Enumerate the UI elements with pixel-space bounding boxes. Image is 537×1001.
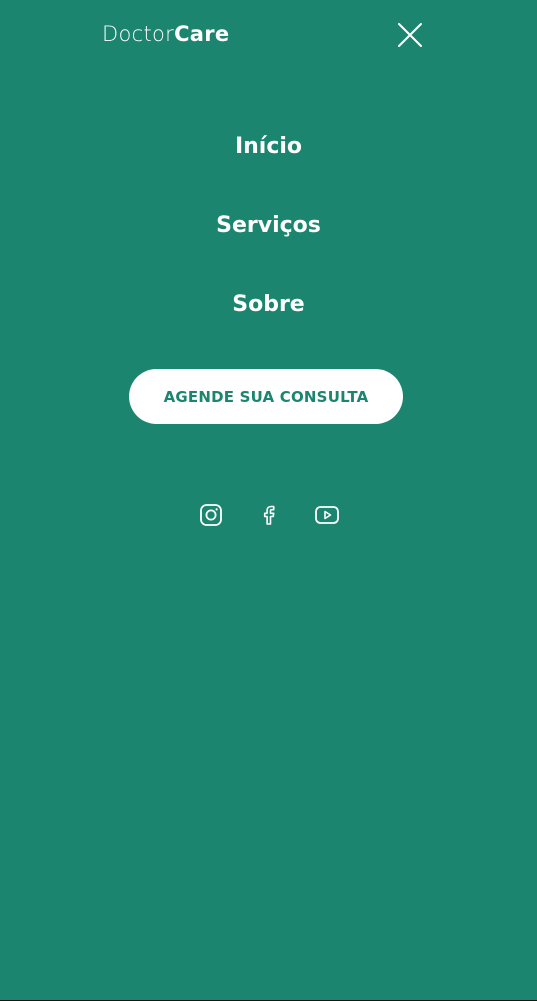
- youtube-icon: [314, 506, 339, 524]
- logo-text-light: Doctor: [102, 22, 175, 46]
- logo[interactable]: DoctorCare: [102, 20, 229, 48]
- main-nav: Início Serviços Sobre: [0, 127, 537, 364]
- close-menu-button[interactable]: [396, 21, 424, 49]
- nav-link-servicos[interactable]: Serviços: [216, 206, 321, 246]
- nav-link-inicio[interactable]: Início: [235, 127, 302, 167]
- schedule-appointment-button[interactable]: AGENDE SUA CONSULTA: [129, 369, 403, 424]
- header: DoctorCare: [0, 0, 537, 70]
- social-links: [0, 502, 537, 528]
- nav-item-sobre: Sobre: [0, 285, 537, 364]
- nav-link-sobre[interactable]: Sobre: [232, 285, 304, 325]
- instagram-icon: [199, 504, 222, 526]
- facebook-icon: [263, 505, 274, 525]
- nav-item-inicio: Início: [0, 127, 537, 206]
- logo-text-bold: Care: [174, 22, 230, 46]
- close-icon: [398, 23, 422, 47]
- nav-item-servicos: Serviços: [0, 206, 537, 285]
- instagram-link[interactable]: [198, 502, 224, 528]
- facebook-link[interactable]: [256, 502, 282, 528]
- youtube-link[interactable]: [314, 502, 340, 528]
